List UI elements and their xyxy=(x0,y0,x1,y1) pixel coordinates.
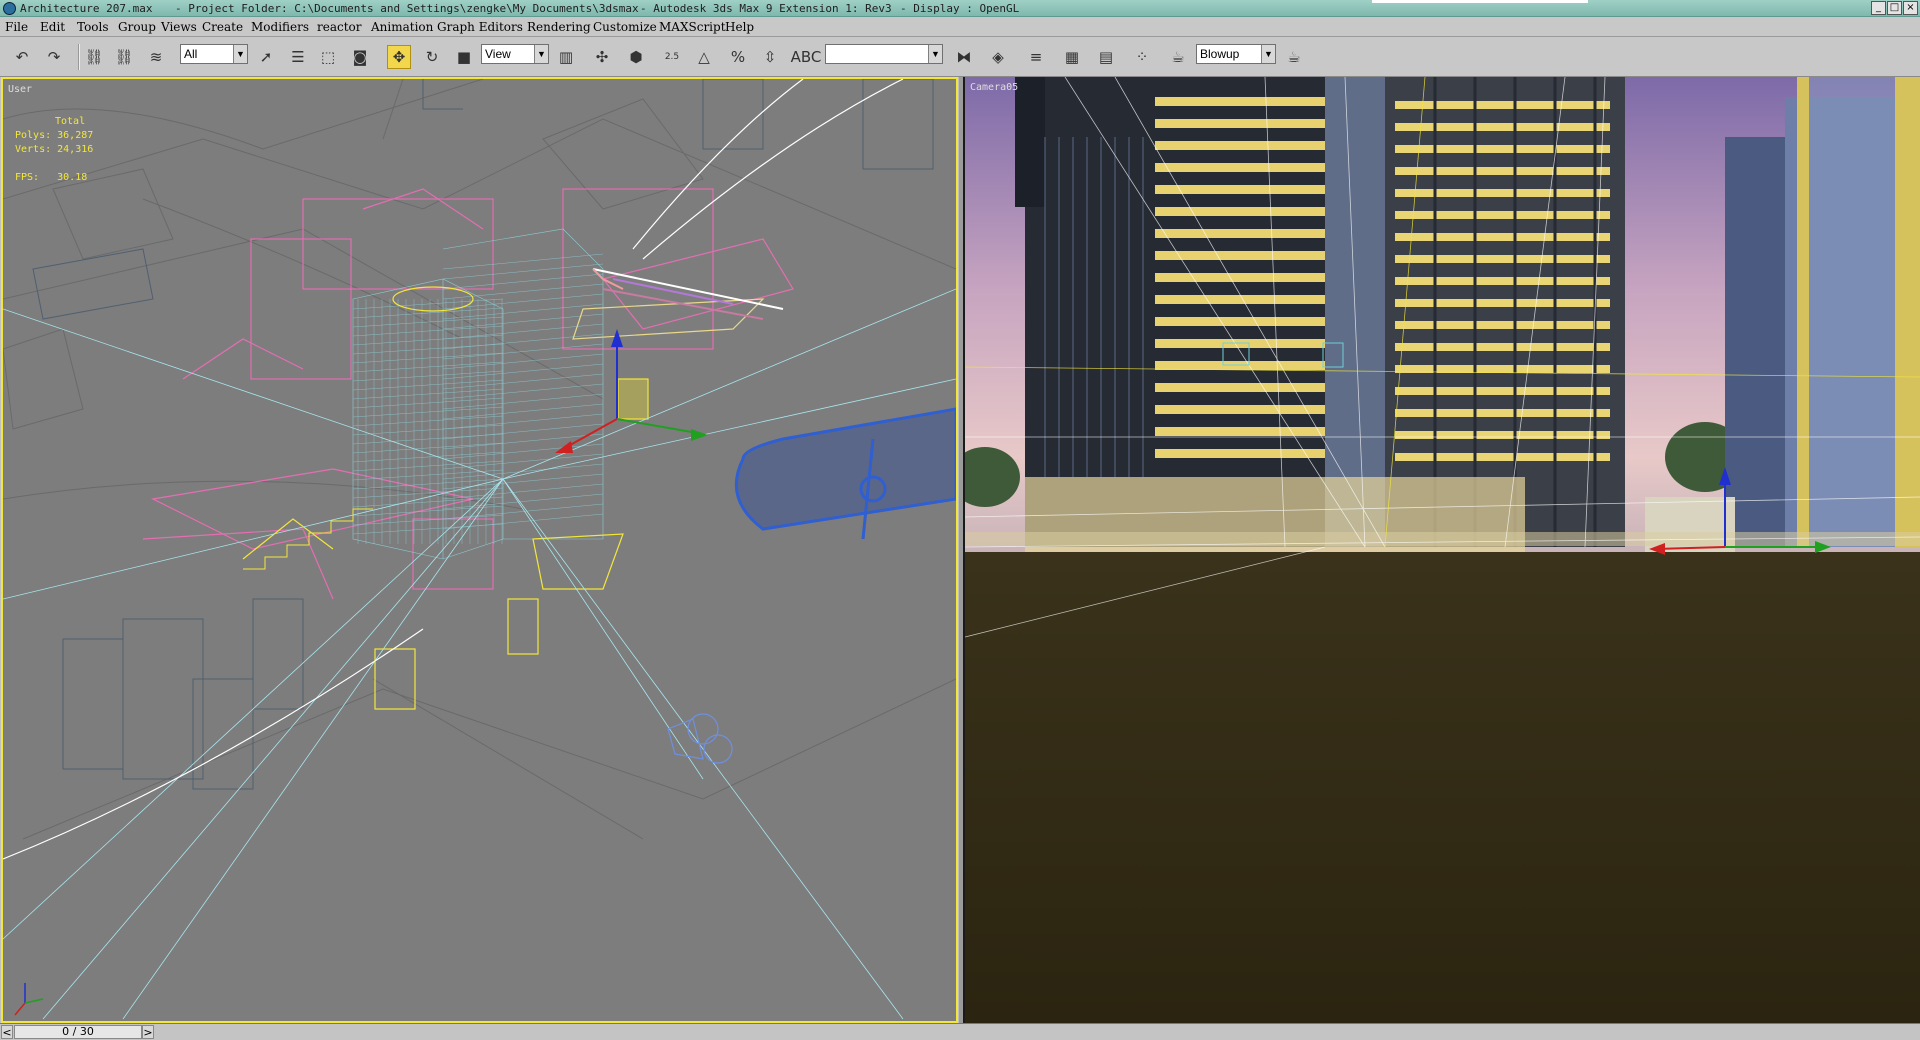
close-button[interactable]: × xyxy=(1903,1,1918,15)
layer-manager-icon[interactable]: ≡ xyxy=(1024,45,1048,69)
menu-bar: File Edit Tools Group Views Create Modif… xyxy=(0,17,1920,37)
time-slider-next-button[interactable]: > xyxy=(142,1025,154,1039)
schematic-view-icon[interactable]: ▤ xyxy=(1094,45,1118,69)
menu-reactor[interactable]: reactor xyxy=(317,20,362,34)
menu-rendering[interactable]: Rendering xyxy=(527,20,591,34)
viewport-label-user[interactable]: User xyxy=(8,84,32,95)
pivot-center-icon[interactable]: ▥ xyxy=(554,45,578,69)
menu-modifiers[interactable]: Modifiers xyxy=(251,20,309,34)
snaps-toggle-icon[interactable]: 2.5 xyxy=(660,45,684,69)
chevron-down-icon: ▼ xyxy=(233,45,247,63)
menu-maxscript[interactable]: MAXScript xyxy=(659,20,726,34)
stats-verts: Verts: 24,316 xyxy=(15,144,94,155)
unlink-icon[interactable]: ⛓ xyxy=(112,45,136,69)
render-scene-icon[interactable]: ☕ xyxy=(1166,45,1190,69)
stats-polys: Polys: 36,287 xyxy=(15,130,94,141)
manipulate-icon[interactable]: ✣ xyxy=(590,45,614,69)
scene-statistics: Total Polys: 36,287 Verts: 24,316 FPS: 3… xyxy=(15,115,93,185)
title-highlight xyxy=(1372,0,1588,3)
mirror-icon[interactable]: ⧓ xyxy=(952,45,976,69)
selection-filter-value: All xyxy=(184,47,198,61)
select-object-icon[interactable]: ➚ xyxy=(254,45,278,69)
viewport-camera[interactable]: Camera05 xyxy=(963,77,1920,1023)
menu-customize[interactable]: Customize xyxy=(593,20,657,34)
menu-edit[interactable]: Edit xyxy=(40,20,65,34)
percent-snap-icon[interactable]: % xyxy=(726,45,750,69)
window-project-folder: - Project Folder: C:\Documents and Setti… xyxy=(175,2,639,15)
undo-icon[interactable]: ↶ xyxy=(10,45,34,69)
window-filename: Architecture 207.max xyxy=(20,2,153,15)
select-and-link-icon[interactable]: ⛓ xyxy=(82,45,106,69)
main-toolbar: ↶ ↷ ⛓ ⛓ ≋ All ▼ ➚ ☰ ⬚ ◙ ✥ ↻ ■ View ▼ ▥ ✣… xyxy=(0,37,1920,77)
viewport-label-camera[interactable]: Camera05 xyxy=(970,82,1018,93)
menu-graph-editors[interactable]: Graph Editors xyxy=(437,20,523,34)
render-preset-dropdown[interactable]: Blowup ▼ xyxy=(1196,44,1276,64)
select-and-scale-icon[interactable]: ■ xyxy=(452,45,476,69)
window-app-name: - Autodesk 3ds Max 9 Extension 1: Rev3 xyxy=(640,2,892,15)
title-bar: Architecture 207.max - Project Folder: C… xyxy=(0,0,1920,17)
stats-total-label: Total xyxy=(55,116,86,127)
maximize-button[interactable]: □ xyxy=(1887,1,1902,15)
time-slider[interactable]: 0 / 30 xyxy=(14,1025,142,1039)
chevron-down-icon: ▼ xyxy=(928,45,942,63)
window-crossing-icon[interactable]: ◙ xyxy=(348,45,372,69)
time-slider-bar: < 0 / 30 > xyxy=(0,1023,1920,1040)
curve-editor-icon[interactable]: ▦ xyxy=(1060,45,1084,69)
camera-viewport-scene xyxy=(965,77,1920,1023)
chevron-down-icon: ▼ xyxy=(534,45,548,63)
align-icon[interactable]: ◈ xyxy=(986,45,1010,69)
selection-filter-dropdown[interactable]: All ▼ xyxy=(180,44,248,64)
redo-icon[interactable]: ↷ xyxy=(42,45,66,69)
render-preset-value: Blowup xyxy=(1200,47,1240,61)
select-and-move-icon[interactable]: ✥ xyxy=(387,45,411,69)
menu-tools[interactable]: Tools xyxy=(77,20,109,34)
bind-to-space-warp-icon[interactable]: ≋ xyxy=(144,45,168,69)
spinner-snap-icon[interactable]: ⇳ xyxy=(758,45,782,69)
app-icon[interactable] xyxy=(3,2,16,15)
quick-render-icon[interactable]: ☕ xyxy=(1282,45,1306,69)
menu-views[interactable]: Views xyxy=(161,20,197,34)
chevron-down-icon: ▼ xyxy=(1261,45,1275,63)
toolbar-separator xyxy=(78,44,80,70)
snaps-toggle-label: 2.5 xyxy=(664,52,680,62)
keyboard-shortcut-override-icon[interactable]: ⬢ xyxy=(624,45,648,69)
window-display-mode: - Display : OpenGL xyxy=(900,2,1020,15)
edit-named-selection-icon[interactable]: ABC xyxy=(791,45,822,69)
minimize-button[interactable]: _ xyxy=(1871,1,1886,15)
select-by-name-icon[interactable]: ☰ xyxy=(286,45,310,69)
rectangular-selection-icon[interactable]: ⬚ xyxy=(316,45,340,69)
menu-help[interactable]: Help xyxy=(725,20,754,34)
menu-animation[interactable]: Animation xyxy=(371,20,433,34)
time-slider-prev-button[interactable]: < xyxy=(1,1025,13,1039)
select-and-rotate-icon[interactable]: ↻ xyxy=(420,45,444,69)
angle-snap-icon[interactable]: △ xyxy=(692,45,716,69)
menu-group[interactable]: Group xyxy=(118,20,156,34)
menu-file[interactable]: File xyxy=(5,20,28,34)
stats-fps: FPS: 30.18 xyxy=(15,172,88,183)
named-selection-sets-dropdown[interactable]: ▼ xyxy=(825,44,943,64)
user-viewport-scene xyxy=(3,79,956,1020)
viewport-user[interactable]: User Total Polys: 36,287 Verts: 24,316 F… xyxy=(1,77,958,1023)
material-editor-icon[interactable]: ⁘ xyxy=(1130,45,1154,69)
menu-create[interactable]: Create xyxy=(202,20,243,34)
reference-coordinate-dropdown[interactable]: View ▼ xyxy=(481,44,549,64)
window-controls: _ □ × xyxy=(1871,1,1918,15)
reference-coordinate-value: View xyxy=(485,47,511,61)
3dsmax-app: Architecture 207.max - Project Folder: C… xyxy=(0,0,1920,1040)
